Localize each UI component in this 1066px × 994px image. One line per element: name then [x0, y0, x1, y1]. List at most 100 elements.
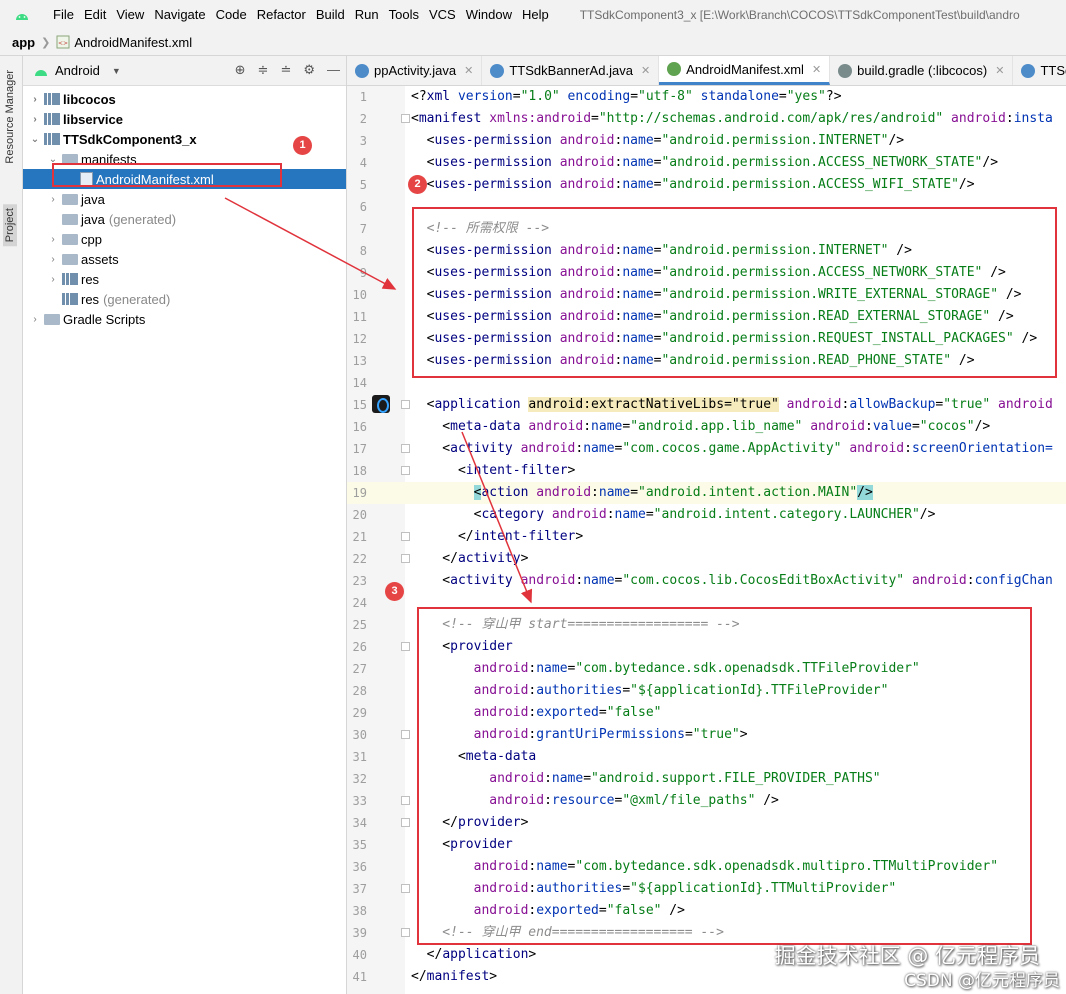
native-libs-gutter-icon[interactable] — [372, 395, 390, 413]
annotation-box-permissions — [412, 207, 1057, 378]
tree-item[interactable]: › java — [23, 189, 346, 209]
code-text: </application> — [411, 944, 537, 966]
editor-tab[interactable]: build.gradle (:libcocos) ✕ — [830, 56, 1014, 85]
fold-marker-icon[interactable] — [401, 796, 410, 805]
fold-marker-icon[interactable] — [401, 532, 410, 541]
tree-item[interactable]: › Gradle Scripts — [23, 309, 346, 329]
close-icon[interactable]: ✕ — [812, 63, 821, 76]
breadcrumb-file[interactable]: AndroidManifest.xml — [74, 35, 192, 50]
line-number: 38 — [352, 904, 367, 918]
code-line: 1 <?xml version="1.0" encoding="utf-8" st… — [347, 86, 1066, 108]
fold-marker-icon[interactable] — [401, 400, 410, 409]
tree-item-label: TTSdkComponent3_x — [63, 131, 197, 147]
code-text: <intent-filter> — [411, 460, 575, 482]
fold-marker-icon[interactable] — [401, 444, 410, 453]
menu-item-build[interactable]: Build — [311, 7, 350, 22]
fold-marker-icon[interactable] — [401, 642, 410, 651]
fold-marker-icon[interactable] — [401, 818, 410, 827]
editor-tab[interactable]: ppActivity.java ✕ — [347, 56, 483, 85]
file-type-icon — [838, 63, 853, 78]
breadcrumb-module[interactable]: app — [12, 35, 35, 50]
line-number: 11 — [352, 310, 367, 324]
code-token: name — [583, 573, 615, 588]
panel-toolbar: ⊕ ≑ ≐ ⚙ — — [235, 62, 340, 78]
menu-item-help[interactable]: Help — [517, 7, 554, 22]
close-icon[interactable]: ✕ — [995, 64, 1004, 77]
collapse-all-icon[interactable]: ≐ — [280, 62, 291, 78]
tree-item[interactable]: › libcocos — [23, 89, 346, 109]
tree-item[interactable]: › assets — [23, 249, 346, 269]
fold-marker-icon[interactable] — [401, 554, 410, 563]
chevron-right-icon[interactable]: › — [47, 234, 59, 245]
editor-tab[interactable]: AndroidManifest.xml ✕ — [659, 56, 831, 85]
code-token: android — [559, 177, 615, 192]
locate-icon[interactable]: ⊕ — [235, 62, 246, 78]
annotation-badge-1: 1 — [293, 136, 312, 155]
tree-item[interactable]: › libservice — [23, 109, 346, 129]
tree-item[interactable]: › cpp — [23, 229, 346, 249]
code-token: < — [411, 133, 435, 148]
close-icon[interactable]: ✕ — [464, 64, 473, 77]
fold-marker-icon[interactable] — [401, 466, 410, 475]
fold-marker-icon[interactable] — [401, 884, 410, 893]
close-icon[interactable]: ✕ — [641, 64, 650, 77]
code-token: = — [512, 89, 521, 104]
code-text: <meta-data android:name="android.app.lib… — [411, 416, 990, 438]
file-type-icon — [490, 63, 505, 78]
code-token: "yes" — [786, 89, 826, 104]
gear-icon[interactable]: ⚙ — [303, 62, 315, 78]
project-tab[interactable]: Project — [3, 204, 17, 247]
menu-item-edit[interactable]: Edit — [79, 7, 111, 22]
tool-window-strip: Resource Manager Project — [0, 56, 23, 994]
code-token: : — [606, 507, 615, 522]
tree-item-label: libservice — [63, 111, 123, 127]
menu-item-tools[interactable]: Tools — [384, 7, 424, 22]
editor-tab-label: build.gradle (:libcocos) — [857, 63, 988, 78]
menu-item-code[interactable]: Code — [211, 7, 252, 22]
tree-item[interactable]: res (generated) — [23, 289, 346, 309]
resource-manager-tab[interactable]: Resource Manager — [3, 66, 17, 168]
menu-item-refactor[interactable]: Refactor — [252, 7, 311, 22]
expand-all-icon[interactable]: ≑ — [258, 62, 269, 78]
editor-tab-label: AndroidManifest.xml — [686, 61, 804, 77]
android-icon — [35, 69, 47, 76]
code-token: value — [872, 419, 912, 434]
annotation-box-providers — [417, 607, 1032, 945]
code-token: android — [943, 111, 1006, 126]
tree-item-label: cpp — [81, 231, 102, 247]
code-token: "android.permission.INTERNET" — [661, 133, 889, 148]
code-token: android — [904, 573, 967, 588]
editor-tab[interactable]: TTSdkSpla✕ — [1013, 56, 1066, 85]
menu-item-vcs[interactable]: VCS — [424, 7, 461, 22]
chevron-right-icon[interactable]: › — [29, 94, 41, 105]
code-token: = — [622, 419, 631, 434]
code-token: "android.intent.action.MAIN" — [638, 485, 858, 500]
fold-marker-icon[interactable] — [401, 114, 410, 123]
menu-item-run[interactable]: Run — [350, 7, 384, 22]
gradle-icon — [44, 313, 60, 325]
chevron-right-icon[interactable]: › — [29, 314, 41, 325]
chevron-down-icon[interactable]: ▼ — [112, 66, 121, 76]
chevron-down-icon[interactable]: ⌄ — [29, 134, 41, 145]
menu-item-navigate[interactable]: Navigate — [149, 7, 210, 22]
minimize-icon[interactable]: — — [327, 62, 340, 78]
editor-tab[interactable]: TTSdkBannerAd.java ✕ — [482, 56, 660, 85]
menu-item-file[interactable]: File — [48, 7, 79, 22]
code-token: </ — [411, 551, 458, 566]
code-text: <activity android:name="com.cocos.game.A… — [411, 438, 1053, 460]
chevron-right-icon[interactable]: › — [47, 274, 59, 285]
chevron-right-icon[interactable]: › — [47, 254, 59, 265]
menu-item-window[interactable]: Window — [461, 7, 517, 22]
fold-marker-icon[interactable] — [401, 730, 410, 739]
line-number: 18 — [352, 464, 367, 478]
tree-item[interactable]: › res — [23, 269, 346, 289]
code-token: encoding — [559, 89, 631, 104]
chevron-right-icon[interactable]: › — [47, 194, 59, 205]
android-studio-logo-icon — [16, 13, 28, 20]
view-selector[interactable]: Android — [55, 63, 100, 78]
menu-item-view[interactable]: View — [111, 7, 149, 22]
chevron-right-icon[interactable]: › — [29, 114, 41, 125]
fold-marker-icon[interactable] — [401, 928, 410, 937]
file-type-icon — [1021, 63, 1036, 78]
tree-item[interactable]: java (generated) — [23, 209, 346, 229]
